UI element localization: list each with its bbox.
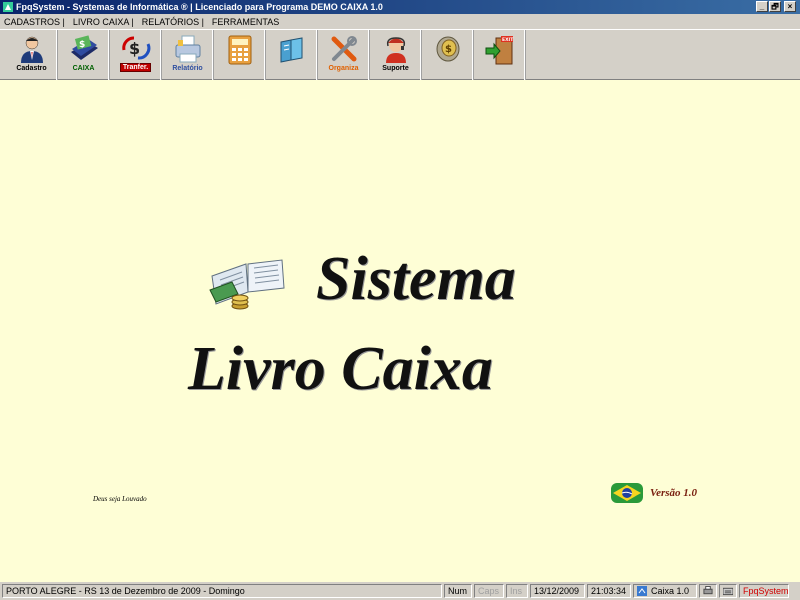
status-num: Num: [444, 584, 472, 598]
svg-text:$: $: [79, 40, 85, 50]
calculator-icon: [228, 35, 251, 65]
close-button[interactable]: ×: [784, 1, 796, 12]
app-status-icon: [637, 586, 647, 596]
keyboard-status-icon: [723, 587, 733, 596]
main-area: Sistema Livro Caixa Deus seja Louvado Ve…: [0, 81, 800, 582]
menu-cadastros[interactable]: CADASTROS |: [0, 17, 69, 27]
status-keyboard[interactable]: [719, 584, 737, 598]
status-app: Caixa 1.0: [633, 584, 697, 598]
menu-bar: CADASTROS | LIVRO CAIXA | RELATÓRIOS | F…: [0, 14, 800, 30]
title-bar: FpqSystem - Systemas de Informática ® | …: [0, 0, 800, 14]
menu-relatorios[interactable]: RELATÓRIOS |: [138, 17, 208, 27]
caixa-label: CAIXA: [72, 65, 95, 72]
tools-icon: [331, 36, 357, 62]
printer-status-icon: [703, 586, 713, 595]
cash-book-icon: $: [70, 35, 98, 60]
minimize-button[interactable]: _: [756, 1, 768, 12]
version-label: Versão 1.0: [650, 487, 698, 499]
book-icon: [280, 37, 302, 63]
book-button[interactable]: [266, 30, 318, 80]
menu-ferramentas[interactable]: FERRAMENTAS: [208, 17, 283, 27]
status-print[interactable]: [699, 584, 717, 598]
title-sistema: Sistema: [316, 245, 516, 313]
toolbar: Cadastro $ CAIXA $ Tranfer. Relatório Or…: [0, 30, 800, 80]
status-location: PORTO ALEGRE - RS 13 de Dezembro de 2009…: [2, 584, 442, 598]
caixa-button[interactable]: $ CAIXA: [58, 30, 110, 80]
suporte-label: Suporte: [382, 65, 409, 72]
support-icon: [385, 37, 406, 63]
status-caps: Caps: [474, 584, 504, 598]
exit-button[interactable]: EXIT: [474, 30, 526, 80]
organiza-label: Organiza: [328, 65, 359, 72]
title-livro-caixa: Livro Caixa: [188, 335, 493, 403]
status-brand: FpqSystem: [739, 584, 789, 598]
tranfer-button[interactable]: $ Tranfer.: [110, 30, 162, 80]
organiza-button[interactable]: Organiza: [318, 30, 370, 80]
signature-text: Deus seja Louvado: [93, 495, 147, 503]
menu-livro-caixa[interactable]: LIVRO CAIXA |: [69, 17, 138, 27]
relatorio-label: Relatório: [172, 65, 203, 72]
cadastro-button[interactable]: Cadastro: [6, 30, 58, 80]
status-bar: PORTO ALEGRE - RS 13 de Dezembro de 2009…: [0, 582, 800, 600]
relatorio-button[interactable]: Relatório: [162, 30, 214, 80]
version-block: Versão 1.0: [610, 481, 697, 505]
transfer-icon: $: [121, 36, 150, 60]
coin-icon: $: [436, 36, 459, 62]
cadastro-label: Cadastro: [16, 65, 47, 72]
open-book-money-icon: [208, 256, 288, 316]
status-ins: Ins: [506, 584, 528, 598]
svg-text:$: $: [129, 39, 140, 58]
brazil-flag-icon: [611, 483, 643, 503]
coin-button[interactable]: $: [422, 30, 474, 80]
svg-text:$: $: [445, 44, 452, 55]
window-title: FpqSystem - Systemas de Informática ® | …: [16, 2, 383, 12]
status-app-label: Caixa 1.0: [651, 586, 690, 596]
app-icon: [2, 1, 14, 13]
calculator-button[interactable]: [214, 30, 266, 80]
user-icon: [20, 36, 43, 63]
status-time: 21:03:34: [587, 584, 631, 598]
status-date: 13/12/2009: [530, 584, 585, 598]
svg-text:EXIT: EXIT: [502, 37, 514, 43]
suporte-button[interactable]: Suporte: [370, 30, 422, 80]
restore-button[interactable]: 🗗: [769, 1, 781, 12]
printer-icon: [175, 35, 200, 63]
exit-icon: EXIT: [485, 36, 514, 65]
tranfer-label: Tranfer.: [119, 63, 152, 72]
